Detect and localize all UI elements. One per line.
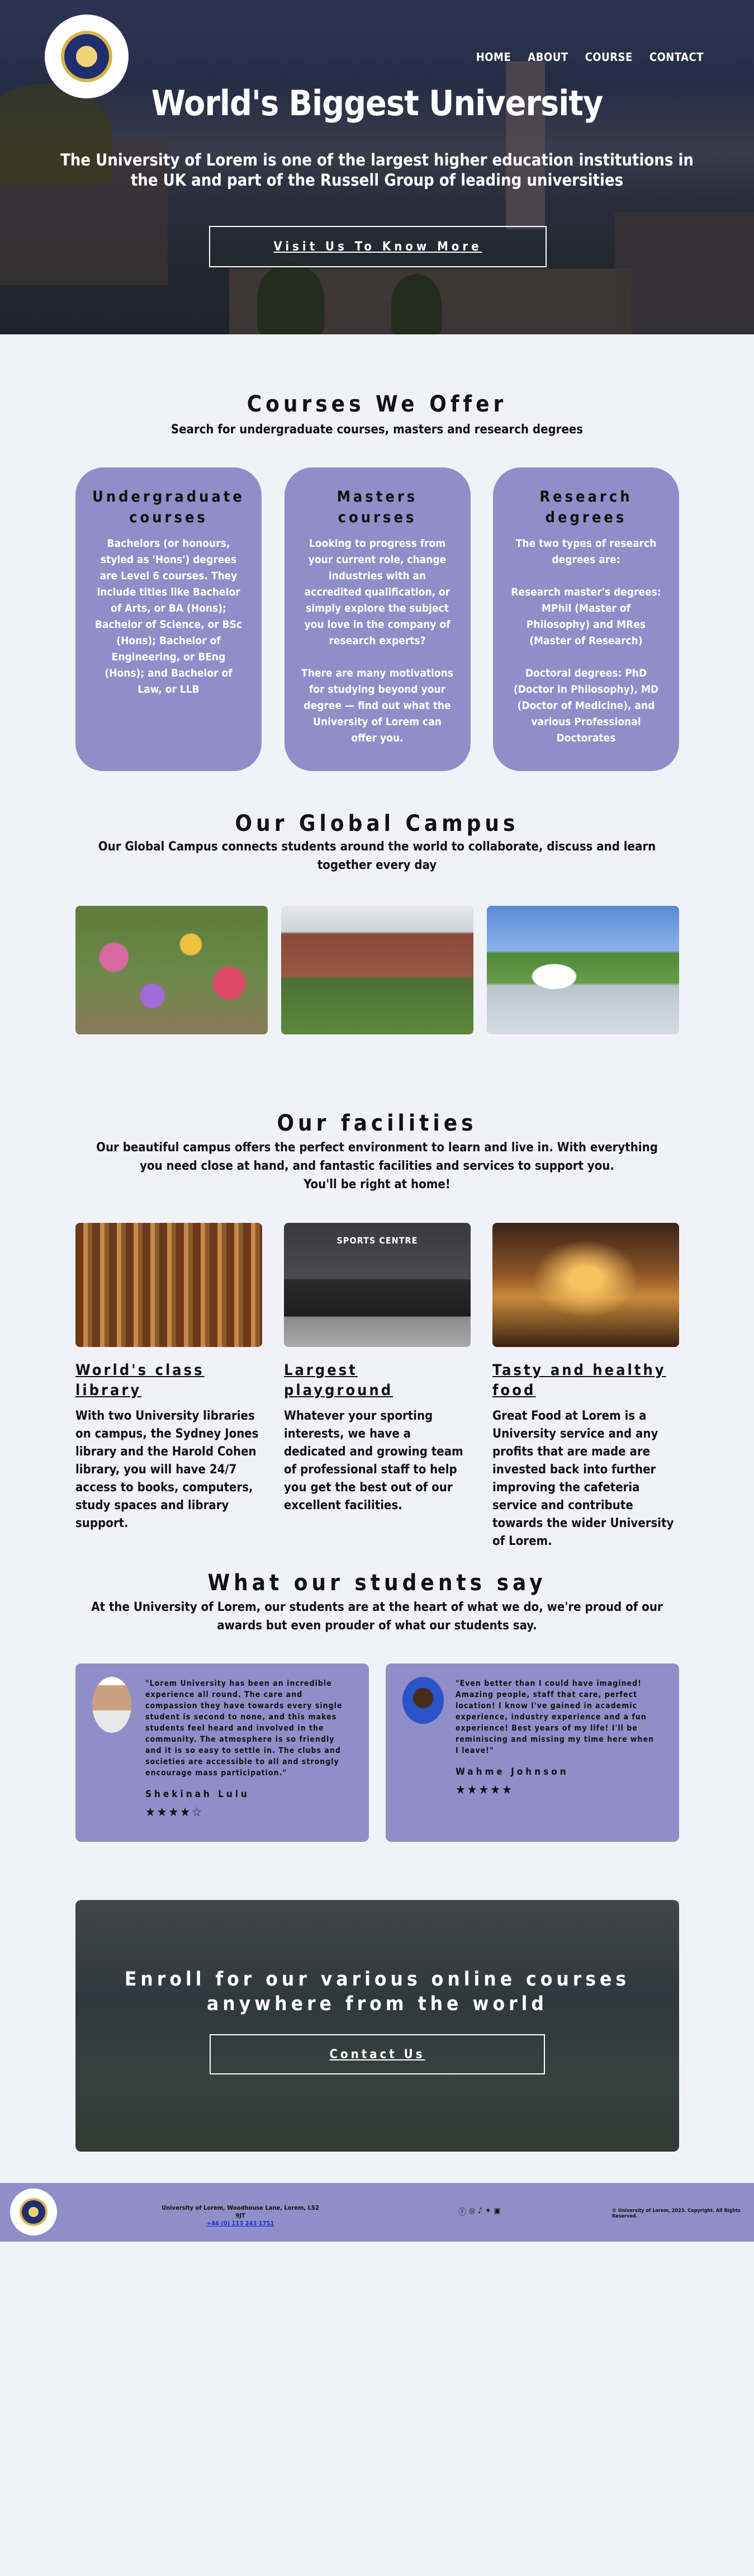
campus-title: Our Global Campus <box>235 811 519 836</box>
testimonials-section: What our students say At the University … <box>0 1570 754 1635</box>
hero-title: World's Biggest University <box>151 83 604 124</box>
tree-silhouette <box>257 263 324 334</box>
tiktok-icon[interactable]: ♪ <box>478 2206 482 2218</box>
avatar <box>92 1677 131 1733</box>
facility-card-playground[interactable]: SPORTS CENTRE Largest playground Whateve… <box>284 1223 471 1551</box>
nav-home[interactable]: HOME <box>476 50 511 64</box>
testimonial-name: Shekinah Lulu <box>145 1789 250 1800</box>
sports-centre-sign: SPORTS CENTRE <box>336 1235 418 1246</box>
facility-card-body: Whatever your sporting interests, we hav… <box>284 1409 463 1512</box>
instagram-icon[interactable]: ◎ <box>469 2206 475 2218</box>
facility-cards: World's class library With two Universit… <box>75 1223 679 1551</box>
facilities-section: Our facilities Our beautiful campus offe… <box>0 1110 754 1194</box>
footer-address: University of Lorem, Woodhouse Lane, Lor… <box>157 2204 324 2228</box>
course-card-body: Bachelors (or honours, styled as 'Hons')… <box>94 537 243 696</box>
course-card-research[interactable]: Research degrees The two types of resear… <box>493 467 679 771</box>
copyright: © University of Lorem, 2023. Copyright. … <box>612 2208 741 2219</box>
dining-hall-photo <box>492 1223 679 1347</box>
enroll-title: Enroll for our various online courses an… <box>75 1967 679 2016</box>
campus-section: Our Global Campus Our Global Campus conn… <box>0 811 754 875</box>
nav-about[interactable]: ABOUT <box>528 50 568 64</box>
campus-gallery <box>75 906 679 1034</box>
footer-logo[interactable] <box>10 2189 57 2235</box>
library-photo <box>75 1223 262 1347</box>
facebook-icon[interactable]: ⓕ <box>458 2206 466 2218</box>
course-card-title: Masters courses <box>336 488 418 526</box>
testimonial-cards: "Lorem University has been an incredible… <box>75 1663 679 1842</box>
testimonial-card: "Even better than I could have imagined!… <box>386 1663 679 1842</box>
testimonials-subtitle: At the University of Lorem, our students… <box>91 1600 663 1633</box>
campus-photo-fountain <box>487 906 679 1034</box>
nav-contact[interactable]: CONTACT <box>649 50 704 64</box>
testimonial-quote: "Even better than I could have imagined!… <box>456 1679 654 1755</box>
testimonial-name: Wahme Johnson <box>456 1766 569 1778</box>
facilities-subtitle-2: You'll be right at home! <box>304 1178 450 1192</box>
facility-card-body: Great Food at Lorem is a University serv… <box>492 1409 674 1548</box>
course-card-undergraduate[interactable]: Undergraduate courses Bachelors (or hono… <box>75 467 262 771</box>
university-seal-icon <box>20 2198 48 2226</box>
sports-centre-photo: SPORTS CENTRE <box>284 1223 471 1347</box>
course-cards: Undergraduate courses Bachelors (or hono… <box>75 467 679 771</box>
hero-section: HOME ABOUT COURSE CONTACT World's Bigges… <box>0 0 754 334</box>
course-card-body: The two types of research degrees are: R… <box>511 537 661 744</box>
testimonials-title: What our students say <box>207 1570 547 1596</box>
testimonial-card: "Lorem University has been an incredible… <box>75 1663 369 1842</box>
course-card-title: Undergraduate courses <box>92 488 245 526</box>
campus-photo-castle <box>281 906 473 1034</box>
enroll-title-line-1: Enroll for our various online courses <box>124 1968 630 1991</box>
address-text: University of Lorem, Woodhouse Lane, Lor… <box>162 2204 319 2219</box>
course-card-title: Research degrees <box>539 488 633 526</box>
facility-card-body: With two University libraries on campus,… <box>75 1409 259 1530</box>
contact-us-button[interactable]: Contact Us <box>210 2034 545 2074</box>
social-links: ⓕ ◎ ♪ ✦ ▣ <box>458 2206 501 2218</box>
courses-title: Courses We Offer <box>246 391 508 417</box>
avatar <box>402 1677 444 1724</box>
visit-us-button[interactable]: Visit Us To Know More <box>209 226 547 267</box>
university-seal-icon <box>61 31 112 82</box>
nav-course[interactable]: COURSE <box>585 50 633 64</box>
courses-section: Courses We Offer Search for undergraduat… <box>0 391 754 439</box>
facility-card-library[interactable]: World's class library With two Universit… <box>75 1223 262 1551</box>
main-nav: HOME ABOUT COURSE CONTACT <box>476 50 704 64</box>
phone-link[interactable]: +44 (0) 113 243 1751 <box>207 2220 274 2227</box>
facility-card-title: World's class library <box>75 1362 205 1399</box>
course-card-masters[interactable]: Masters courses Looking to progress from… <box>284 467 471 771</box>
linkedin-icon[interactable]: ▣ <box>494 2206 501 2218</box>
tree-silhouette <box>391 274 442 334</box>
courses-subtitle: Search for undergraduate courses, master… <box>170 423 584 437</box>
twitter-icon[interactable]: ✦ <box>485 2206 491 2218</box>
hero-subtitle: The University of Lorem is one of the la… <box>60 150 694 190</box>
facilities-title: Our facilities <box>277 1110 477 1136</box>
facility-card-title: Largest playground <box>284 1362 393 1399</box>
star-rating: ★★★★★ <box>456 1783 514 1797</box>
facility-card-title: Tasty and healthy food <box>492 1362 666 1399</box>
enroll-title-line-2: anywhere from the world <box>207 1993 548 2015</box>
campus-subtitle: Our Global Campus connects students arou… <box>98 840 656 872</box>
facilities-subtitle: Our beautiful campus offers the perfect … <box>96 1141 658 1173</box>
course-card-body: Looking to progress from your current ro… <box>301 537 453 744</box>
footer: University of Lorem, Woodhouse Lane, Lor… <box>0 2183 754 2242</box>
facility-card-food[interactable]: Tasty and healthy food Great Food at Lor… <box>492 1223 679 1551</box>
enroll-banner: Enroll for our various online courses an… <box>75 1900 679 2152</box>
testimonial-quote: "Lorem University has been an incredible… <box>145 1679 343 1778</box>
building-silhouette <box>615 212 754 334</box>
star-rating: ★★★★☆ <box>145 1805 203 1819</box>
campus-photo-flowers <box>75 906 268 1034</box>
